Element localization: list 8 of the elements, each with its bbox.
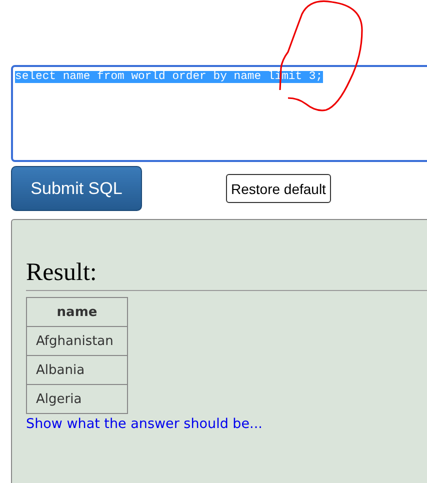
column-header: name — [26, 298, 128, 326]
table-cell: Algeria — [26, 384, 128, 414]
table-cell: Albania — [26, 356, 128, 384]
show-answer-link[interactable]: Show what the answer should be... — [26, 416, 262, 432]
submit-button[interactable]: Submit SQL — [11, 166, 142, 211]
result-heading: Result: — [26, 258, 427, 291]
restore-button[interactable]: Restore default — [226, 174, 331, 203]
table-cell: Afghanistan — [26, 326, 128, 356]
